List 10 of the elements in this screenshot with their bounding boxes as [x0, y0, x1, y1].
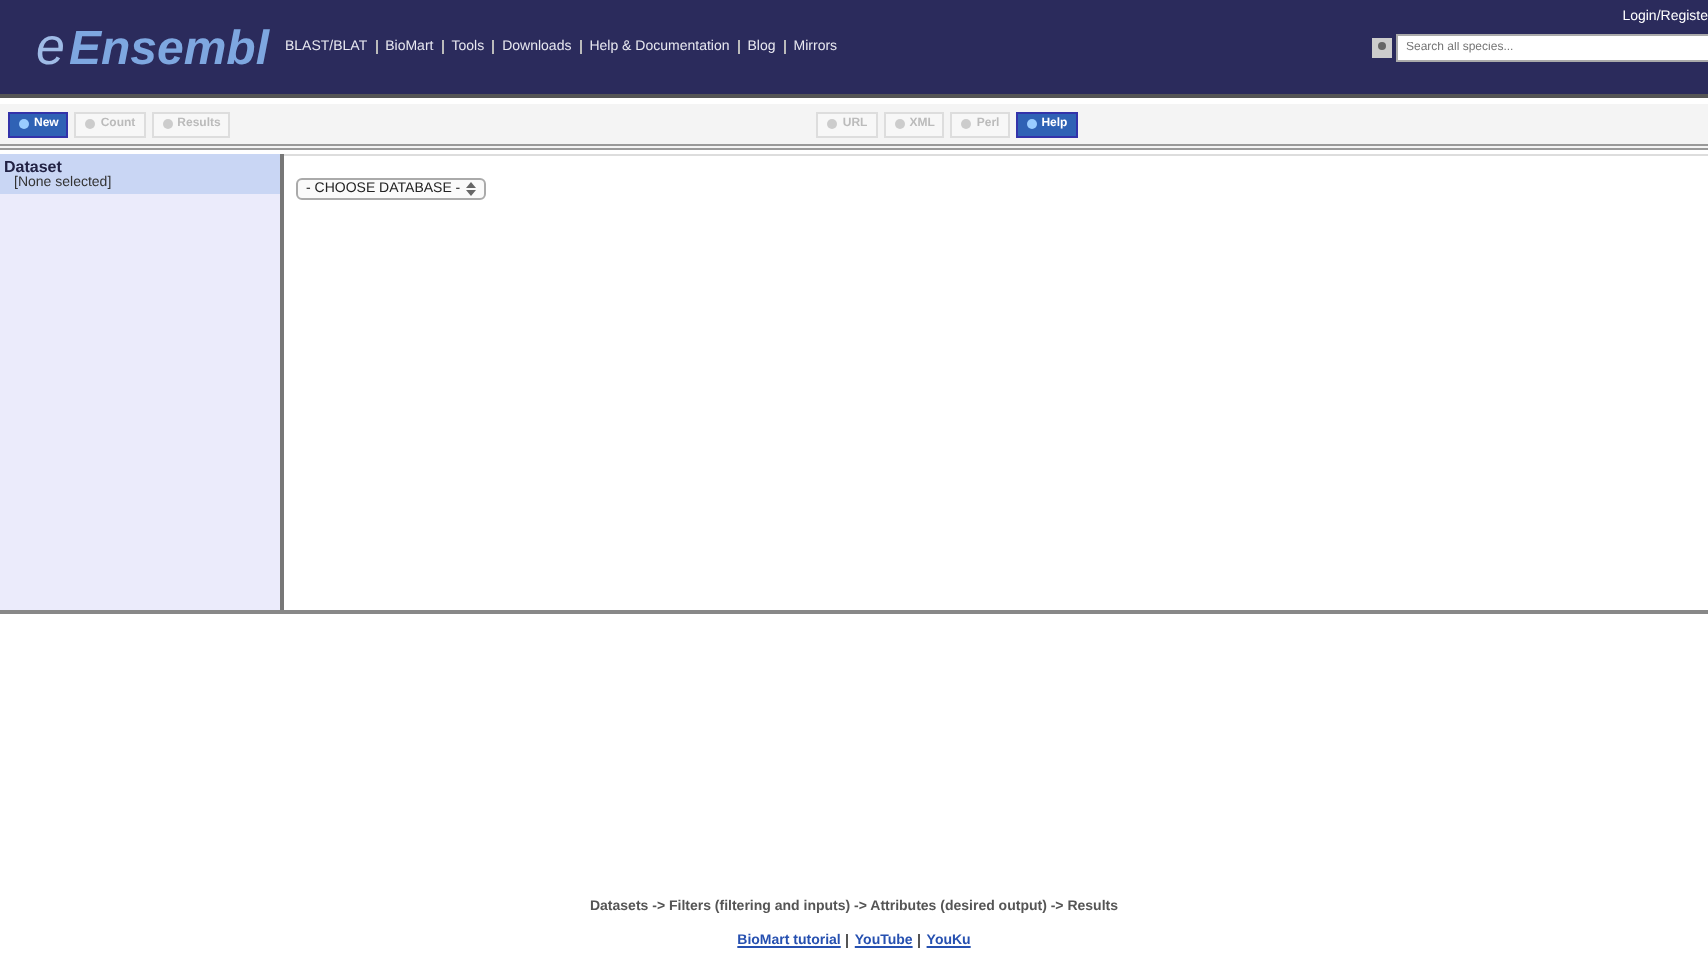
button-icon: [1025, 118, 1038, 130]
button-icon: [18, 118, 30, 130]
button-icon: [893, 118, 906, 130]
button-icon: [161, 118, 174, 130]
caret-icon: [466, 182, 477, 196]
button-icon: [84, 118, 97, 130]
button-icon: [960, 118, 973, 130]
button-icon: [826, 118, 839, 130]
sidebar-item-title: Dataset: [4, 158, 62, 176]
ensembl-logo[interactable]: eEnsembl: [36, 16, 269, 78]
